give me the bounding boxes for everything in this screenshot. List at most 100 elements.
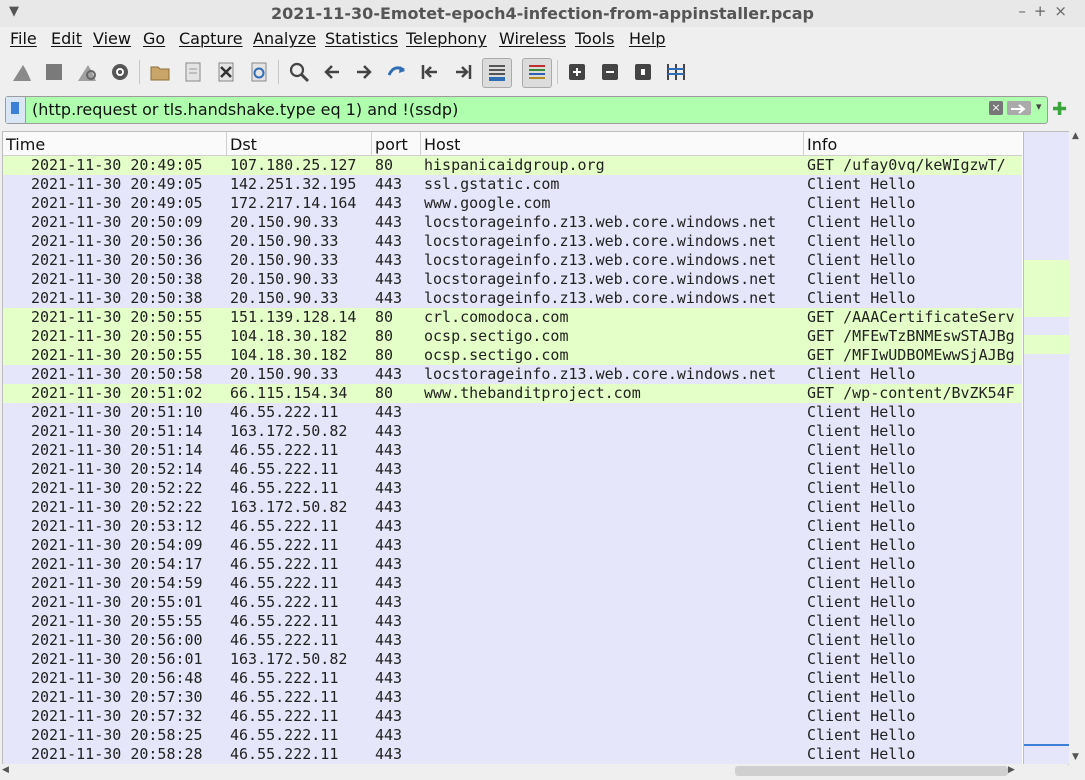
horizontal-scrollbar[interactable]: ◀ ▶ [2, 764, 1068, 778]
close-file-icon[interactable] [212, 58, 240, 86]
cell-time: 2021-11-30 20:54:09 [31, 536, 203, 554]
menu-analyze[interactable]: Analyze [253, 29, 316, 48]
table-row[interactable]: 2021-11-30 20:51:14 46.55.222.11 443 Client… [3, 441, 1022, 460]
table-row[interactable]: 2021-11-30 20:57:30 46.55.222.11 443 Client… [3, 688, 1022, 707]
scroll-up-arrow-icon[interactable]: ▲ [1072, 131, 1079, 141]
table-row[interactable]: 2021-11-30 20:50:38 20.150.90.33 443 locsto… [3, 289, 1022, 308]
auto-scroll-icon[interactable] [482, 58, 512, 88]
cell-port: 443 [375, 555, 403, 573]
table-row[interactable]: 2021-11-30 20:54:09 46.55.222.11 443 Client… [3, 536, 1022, 555]
table-row[interactable]: 2021-11-30 20:54:59 46.55.222.11 443 Client… [3, 574, 1022, 593]
cell-time: 2021-11-30 20:54:17 [31, 555, 203, 573]
cell-port: 443 [375, 289, 403, 307]
table-row[interactable]: 2021-11-30 20:52:22 163.172.50.82 443 Clien… [3, 498, 1022, 517]
cell-time: 2021-11-30 20:56:01 [31, 650, 203, 668]
display-filter-input[interactable] [32, 100, 982, 119]
cell-info: Client Hello [807, 555, 916, 573]
apply-filter-arrow-icon[interactable] [1007, 101, 1031, 115]
cell-dst: 172.217.14.164 [230, 194, 357, 212]
scroll-right-arrow-icon[interactable]: ▶ [1008, 765, 1015, 775]
scroll-left-arrow-icon[interactable]: ◀ [2, 765, 9, 775]
table-row[interactable]: 2021-11-30 20:50:36 20.150.90.33 443 locsto… [3, 232, 1022, 251]
save-file-icon[interactable] [179, 58, 207, 86]
go-to-packet-icon[interactable] [383, 58, 411, 86]
close-icon[interactable]: × [1054, 2, 1075, 20]
restart-capture-icon[interactable] [73, 58, 101, 86]
column-header-info[interactable]: Info [803, 132, 1022, 155]
table-row[interactable]: 2021-11-30 20:51:10 46.55.222.11 443 Client… [3, 403, 1022, 422]
cell-time: 2021-11-30 20:50:36 [31, 232, 203, 250]
column-header-dst[interactable]: Dst [226, 132, 372, 155]
menu-go[interactable]: Go [143, 29, 165, 48]
open-folder-icon[interactable] [146, 58, 174, 86]
go-back-arrow-icon[interactable] [318, 58, 346, 86]
table-row[interactable]: 2021-11-30 20:52:14 46.55.222.11 443 Client… [3, 460, 1022, 479]
vertical-scrollbar[interactable]: ▲ ▼ [1069, 131, 1083, 765]
normal-size-icon[interactable] [629, 58, 657, 86]
maximize-icon[interactable]: + [1034, 2, 1055, 20]
scroll-down-arrow-icon[interactable]: ▼ [1072, 752, 1079, 762]
table-row[interactable]: 2021-11-30 20:58:25 46.55.222.11 443 Client… [3, 726, 1022, 745]
menu-telephony[interactable]: Telephony [406, 29, 487, 48]
filter-bookmark-icon[interactable] [6, 97, 26, 123]
colorize-packet-list-icon[interactable] [522, 58, 552, 88]
add-filter-button-icon[interactable]: ✚ [1052, 99, 1067, 120]
table-row[interactable]: 2021-11-30 20:51:14 163.172.50.82 443 Clien… [3, 422, 1022, 441]
stop-capture-icon[interactable] [40, 58, 68, 86]
table-row[interactable]: 2021-11-30 20:50:09 20.150.90.33 443 locsto… [3, 213, 1022, 232]
table-row[interactable]: 2021-11-30 20:50:38 20.150.90.33 443 locsto… [3, 270, 1022, 289]
cell-dst: 46.55.222.11 [230, 403, 339, 421]
recent-filters-dropdown-icon[interactable]: ▾ [1036, 100, 1042, 113]
column-header-port[interactable]: port [371, 132, 421, 155]
reload-file-icon[interactable] [245, 58, 273, 86]
cell-dst: 46.55.222.11 [230, 593, 339, 611]
go-last-packet-icon[interactable] [449, 58, 477, 86]
cell-time: 2021-11-30 20:57:32 [31, 707, 203, 725]
table-row[interactable]: 2021-11-30 20:55:55 46.55.222.11 443 Client… [3, 612, 1022, 631]
find-packet-magnifier-icon[interactable] [285, 58, 313, 86]
resize-columns-icon[interactable] [662, 58, 690, 86]
go-forward-arrow-icon[interactable] [350, 58, 378, 86]
table-row[interactable]: 2021-11-30 20:51:02 66.115.154.34 80 www.th… [3, 384, 1022, 403]
cell-port: 443 [375, 479, 403, 497]
menu-tools[interactable]: Tools [575, 29, 614, 48]
cell-time: 2021-11-30 20:49:05 [31, 194, 203, 212]
menu-help[interactable]: Help [629, 29, 665, 48]
column-header-time[interactable]: Time [3, 132, 228, 155]
menu-capture[interactable]: Capture [179, 29, 243, 48]
cell-info: Client Hello [807, 745, 916, 763]
column-header-host[interactable]: Host [420, 132, 804, 155]
minimize-icon[interactable]: – [1018, 2, 1034, 20]
table-row[interactable]: 2021-11-30 20:56:48 46.55.222.11 443 Client… [3, 669, 1022, 688]
table-row[interactable]: 2021-11-30 20:50:36 20.150.90.33 443 locsto… [3, 251, 1022, 270]
table-row[interactable]: 2021-11-30 20:50:58 20.150.90.33 443 locsto… [3, 365, 1022, 384]
shark-fin-start-icon[interactable] [8, 58, 36, 86]
menu-view[interactable]: View [93, 29, 131, 48]
table-row[interactable]: 2021-11-30 20:50:55 104.18.30.182 80 ocsp.s… [3, 327, 1022, 346]
table-row[interactable]: 2021-11-30 20:58:28 46.55.222.11 443 Client… [3, 745, 1022, 764]
table-row[interactable]: 2021-11-30 20:56:01 163.172.50.82 443 Clien… [3, 650, 1022, 669]
table-row[interactable]: 2021-11-30 20:57:32 46.55.222.11 443 Client… [3, 707, 1022, 726]
zoom-out-icon[interactable] [596, 58, 624, 86]
table-row[interactable]: 2021-11-30 20:50:55 151.139.128.14 80 crl.c… [3, 308, 1022, 327]
table-row[interactable]: 2021-11-30 20:49:05 107.180.25.127 80 hispa… [3, 156, 1022, 175]
horizontal-scroll-thumb[interactable] [735, 766, 1008, 776]
clear-filter-icon[interactable]: × [989, 101, 1003, 115]
menu-wireless[interactable]: Wireless [499, 29, 566, 48]
table-row[interactable]: 2021-11-30 20:55:01 46.55.222.11 443 Client… [3, 593, 1022, 612]
packet-minimap[interactable] [1023, 132, 1069, 764]
table-row[interactable]: 2021-11-30 20:52:22 46.55.222.11 443 Client… [3, 479, 1022, 498]
go-first-packet-icon[interactable] [416, 58, 444, 86]
table-row[interactable]: 2021-11-30 20:49:05 142.251.32.195 443 ssl.… [3, 175, 1022, 194]
table-row[interactable]: 2021-11-30 20:53:12 46.55.222.11 443 Client… [3, 517, 1022, 536]
menu-file[interactable]: File [10, 29, 37, 48]
cell-host: ssl.gstatic.com [424, 175, 560, 193]
table-row[interactable]: 2021-11-30 20:49:05 172.217.14.164 443 www.… [3, 194, 1022, 213]
table-row[interactable]: 2021-11-30 20:50:55 104.18.30.182 80 ocsp.s… [3, 346, 1022, 365]
zoom-in-icon[interactable] [563, 58, 591, 86]
menu-statistics[interactable]: Statistics [325, 29, 398, 48]
menu-edit[interactable]: Edit [51, 29, 82, 48]
table-row[interactable]: 2021-11-30 20:56:00 46.55.222.11 443 Client… [3, 631, 1022, 650]
table-row[interactable]: 2021-11-30 20:54:17 46.55.222.11 443 Client… [3, 555, 1022, 574]
capture-options-gear-icon[interactable] [106, 58, 134, 86]
